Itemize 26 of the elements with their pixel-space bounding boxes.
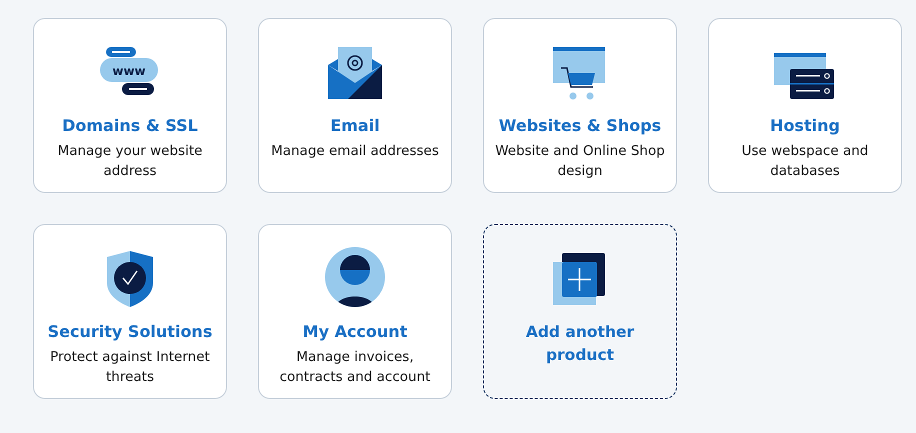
- card-title: Email: [330, 115, 380, 137]
- card-description: Protect against Internet threats: [49, 348, 211, 387]
- card-title: Websites & Shops: [498, 115, 662, 137]
- product-card[interactable]: www Domains & SSL Manage your website address: [33, 18, 227, 193]
- shopping-cart-icon: [553, 47, 607, 101]
- card-title: Add another product: [524, 322, 636, 366]
- shield-icon: [107, 251, 153, 307]
- product-card[interactable]: Hosting Use webspace and databases: [708, 18, 902, 193]
- card-title: My Account: [302, 321, 408, 343]
- product-card[interactable]: Security Solutions Protect against Internet threats: [33, 224, 227, 399]
- card-title: Security Solutions: [48, 321, 212, 343]
- product-card[interactable]: Websites & Shops Website and Online Shop design: [483, 18, 677, 193]
- card-title: Domains & SSL: [62, 115, 198, 137]
- card-description: Use webspace and databases: [740, 142, 870, 181]
- product-card[interactable]: Email Manage email addresses: [258, 18, 452, 193]
- card-description: Manage email addresses: [271, 142, 439, 161]
- add-product-card[interactable]: Add another product: [483, 224, 677, 399]
- add-product-icon: [553, 253, 607, 307]
- envelope-icon: [328, 47, 382, 101]
- server-icon: [774, 53, 836, 101]
- user-avatar-icon: [325, 247, 385, 307]
- product-card[interactable]: My Account Manage invoices, contracts and account: [258, 224, 452, 399]
- card-description: Website and Online Shop design: [494, 142, 666, 181]
- card-description: Manage invoices, contracts and account: [278, 348, 432, 387]
- card-description: Manage your website address: [56, 142, 204, 181]
- card-title: Hosting: [770, 115, 840, 137]
